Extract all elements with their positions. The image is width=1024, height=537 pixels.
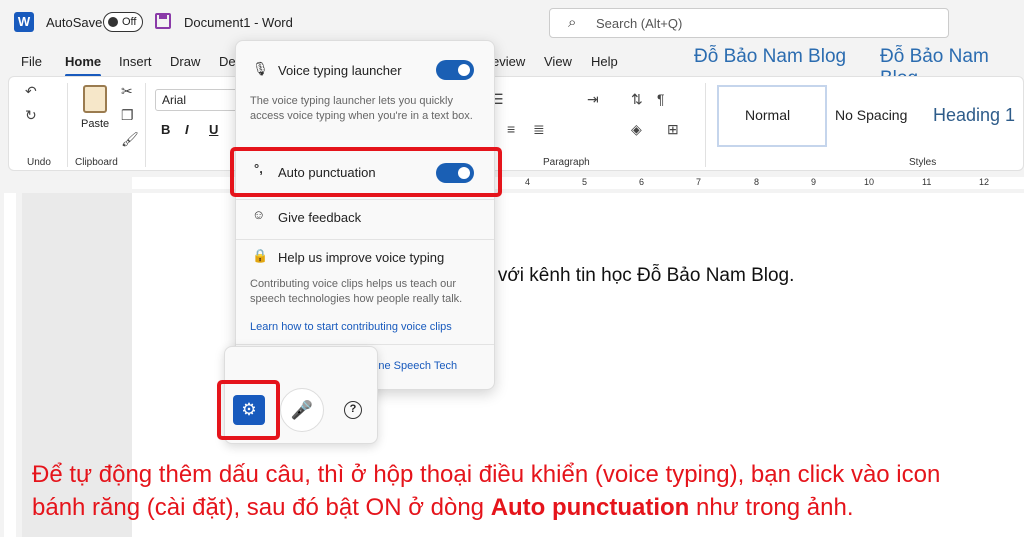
menu-view[interactable]: View: [544, 54, 572, 69]
ribbon-divider: [705, 83, 706, 167]
microphone-icon: 🎤: [290, 400, 314, 420]
shield-lock-icon: 🔒: [252, 248, 269, 263]
instruction-caption-line2: bánh răng (cài đặt), sau đó bật ON ở dòn…: [32, 494, 854, 522]
group-undo-label: Undo: [27, 157, 51, 168]
search-box[interactable]: ⌕ Search (Alt+Q): [549, 8, 949, 38]
copy-icon[interactable]: ❐: [121, 107, 134, 124]
menu-help[interactable]: Help: [591, 54, 618, 69]
redo-icon[interactable]: ↻: [25, 107, 37, 124]
vertical-ruler: [0, 193, 22, 537]
menu-bar: File Home Insert Draw De eview View Help: [0, 46, 1024, 77]
give-feedback-link[interactable]: Give feedback: [278, 210, 361, 225]
align-center-icon[interactable]: ≡: [507, 121, 515, 137]
autosave-toggle[interactable]: Off: [103, 12, 143, 32]
ruler-tick: 6: [639, 177, 645, 187]
launcher-description: The voice typing launcher lets you quick…: [250, 95, 473, 122]
document-title: Document1 - Word: [184, 15, 293, 30]
improve-voice-description: Contributing voice clips helps us teach …: [250, 278, 463, 305]
menu-file[interactable]: File: [21, 54, 42, 69]
style-no-spacing[interactable]: No Spacing: [835, 107, 907, 123]
style-normal[interactable]: Normal: [745, 107, 790, 123]
microphone-button[interactable]: 🎤: [280, 388, 324, 432]
help-button[interactable]: ?: [344, 401, 362, 419]
highlight-gear: [217, 380, 280, 440]
ruler-tick: 10: [864, 177, 875, 187]
horizontal-ruler: 4 5 6 7 8 9 10 11 12: [0, 171, 1024, 193]
caption-text: bánh răng (cài đặt), sau đó bật ON ở dòn…: [32, 494, 491, 521]
sort-icon[interactable]: ⇅: [631, 91, 643, 108]
search-icon: ⌕: [568, 14, 577, 31]
italic-icon[interactable]: I: [185, 122, 189, 137]
ruler-tick: 9: [811, 177, 817, 187]
borders-icon[interactable]: ⊞: [667, 121, 679, 138]
autosave-state: Off: [122, 16, 137, 28]
highlight-auto-punctuation: [230, 147, 502, 197]
launcher-toggle[interactable]: [436, 60, 474, 80]
menu-review[interactable]: eview: [492, 54, 525, 69]
ribbon-divider: [145, 83, 146, 167]
menu-insert[interactable]: Insert: [119, 54, 152, 69]
save-icon[interactable]: [155, 13, 171, 29]
panel-divider: [236, 239, 494, 240]
menu-design[interactable]: De: [219, 54, 236, 69]
cut-icon[interactable]: ✂: [121, 83, 133, 100]
autosave-label: AutoSave: [46, 15, 103, 30]
voice-settings-panel: 🎙 Voice typing launcher The voice typing…: [235, 40, 495, 390]
title-bar: W AutoSave Off Document1 - Word ⌕ Search…: [0, 0, 1024, 46]
document-text[interactable]: n với kênh tin học Đỗ Bảo Nam Blog.: [482, 265, 794, 287]
indent-icon[interactable]: ⇥: [587, 91, 599, 108]
feedback-icon: ☺: [252, 207, 266, 222]
format-painter-icon[interactable]: 🖌: [121, 131, 139, 148]
ruler-tick: 12: [979, 177, 990, 187]
undo-icon[interactable]: ↶: [25, 83, 37, 100]
underline-icon[interactable]: U: [209, 122, 218, 137]
menu-draw[interactable]: Draw: [170, 54, 200, 69]
justify-icon[interactable]: ≣: [533, 121, 545, 138]
toggle-knob-icon: [108, 17, 118, 27]
ruler-bar: [4, 193, 16, 537]
blog-watermark: Đỗ Bảo Nam Blog: [694, 46, 847, 67]
ribbon: ↶ ↻ Undo Paste ✂ ❐ 🖌 Clipboard Arial B I…: [8, 76, 1024, 171]
caption-emphasis: Auto punctuation: [490, 494, 690, 521]
group-paragraph-label: Paragraph: [543, 157, 590, 168]
ruler-tick: 8: [754, 177, 760, 187]
group-clipboard-label: Clipboard: [75, 157, 118, 168]
launcher-label: Voice typing launcher: [278, 63, 402, 78]
panel-divider: [236, 344, 494, 345]
caption-text: như trong ảnh.: [689, 494, 854, 521]
paste-button[interactable]: Paste: [81, 118, 109, 130]
instruction-caption-line1: Để tự động thêm dấu câu, thì ở hộp thoại…: [32, 461, 941, 488]
paste-icon[interactable]: [83, 85, 107, 113]
learn-contribute-link[interactable]: Learn how to start contributing voice cl…: [250, 321, 452, 333]
bold-icon[interactable]: B: [161, 122, 170, 137]
group-styles-label: Styles: [909, 157, 937, 168]
microphone-icon: 🎙: [252, 61, 269, 76]
ruler-tick: 11: [922, 177, 932, 187]
menu-home[interactable]: Home: [65, 54, 102, 77]
search-placeholder: Search (Alt+Q): [596, 16, 683, 31]
word-logo-icon: W: [14, 12, 34, 32]
shading-icon[interactable]: ◈: [631, 121, 642, 138]
pilcrow-icon[interactable]: ¶: [657, 91, 665, 107]
ruler-tick: 7: [696, 177, 702, 187]
ruler-tick: 4: [525, 177, 531, 187]
toggle-knob-icon: [458, 64, 470, 76]
style-heading-1[interactable]: Heading 1: [933, 105, 1015, 126]
panel-divider: [236, 199, 494, 200]
improve-voice-label: Help us improve voice typing: [278, 250, 445, 265]
ruler-tick: 5: [582, 177, 588, 187]
font-name-box[interactable]: Arial: [155, 89, 245, 111]
ribbon-divider: [67, 83, 68, 167]
